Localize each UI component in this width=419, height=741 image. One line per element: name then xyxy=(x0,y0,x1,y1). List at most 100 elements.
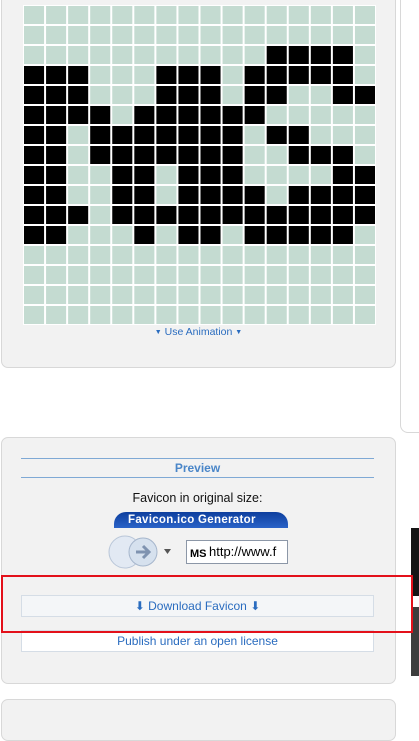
pixel-filled[interactable] xyxy=(266,126,287,144)
pixel-empty[interactable] xyxy=(266,166,287,184)
pixel-filled[interactable] xyxy=(288,126,309,144)
pixel-empty[interactable] xyxy=(24,46,45,64)
pixel-filled[interactable] xyxy=(266,66,287,84)
pixel-empty[interactable] xyxy=(354,46,375,64)
pixel-empty[interactable] xyxy=(112,266,133,284)
pixel-empty[interactable] xyxy=(354,306,375,324)
pixel-empty[interactable] xyxy=(244,146,265,164)
pixel-filled[interactable] xyxy=(332,86,353,104)
pixel-filled[interactable] xyxy=(112,126,133,144)
pixel-filled[interactable] xyxy=(222,106,243,124)
pixel-empty[interactable] xyxy=(112,226,133,244)
pixel-filled[interactable] xyxy=(24,66,45,84)
pixel-filled[interactable] xyxy=(112,166,133,184)
pixel-empty[interactable] xyxy=(200,266,221,284)
pixel-empty[interactable] xyxy=(266,266,287,284)
pixel-empty[interactable] xyxy=(310,106,331,124)
pixel-filled[interactable] xyxy=(178,66,199,84)
pixel-empty[interactable] xyxy=(354,126,375,144)
pixel-filled[interactable] xyxy=(68,86,89,104)
pixel-empty[interactable] xyxy=(332,6,353,24)
pixel-empty[interactable] xyxy=(266,246,287,264)
pixel-filled[interactable] xyxy=(156,146,177,164)
pixel-empty[interactable] xyxy=(354,106,375,124)
pixel-filled[interactable] xyxy=(134,146,155,164)
pixel-empty[interactable] xyxy=(112,46,133,64)
pixel-empty[interactable] xyxy=(288,166,309,184)
pixel-empty[interactable] xyxy=(222,266,243,284)
pixel-filled[interactable] xyxy=(46,206,67,224)
pixel-empty[interactable] xyxy=(266,6,287,24)
pixel-empty[interactable] xyxy=(156,166,177,184)
pixel-empty[interactable] xyxy=(68,226,89,244)
pixel-empty[interactable] xyxy=(68,166,89,184)
pixel-filled[interactable] xyxy=(266,206,287,224)
pixel-empty[interactable] xyxy=(310,86,331,104)
pixel-empty[interactable] xyxy=(332,106,353,124)
pixel-empty[interactable] xyxy=(288,26,309,44)
pixel-filled[interactable] xyxy=(354,86,375,104)
pixel-filled[interactable] xyxy=(178,126,199,144)
pixel-empty[interactable] xyxy=(244,126,265,144)
pixel-empty[interactable] xyxy=(200,306,221,324)
pixel-empty[interactable] xyxy=(310,266,331,284)
pixel-empty[interactable] xyxy=(68,146,89,164)
pixel-filled[interactable] xyxy=(46,66,67,84)
pixel-filled[interactable] xyxy=(332,146,353,164)
pixel-empty[interactable] xyxy=(24,26,45,44)
pixel-empty[interactable] xyxy=(68,126,89,144)
pixel-filled[interactable] xyxy=(112,206,133,224)
pixel-empty[interactable] xyxy=(200,286,221,304)
pixel-empty[interactable] xyxy=(134,46,155,64)
pixel-filled[interactable] xyxy=(156,66,177,84)
pixel-empty[interactable] xyxy=(90,186,111,204)
pixel-filled[interactable] xyxy=(244,186,265,204)
pixel-filled[interactable] xyxy=(200,146,221,164)
pixel-empty[interactable] xyxy=(90,166,111,184)
pixel-filled[interactable] xyxy=(244,66,265,84)
pixel-empty[interactable] xyxy=(134,86,155,104)
pixel-empty[interactable] xyxy=(288,246,309,264)
pixel-empty[interactable] xyxy=(156,6,177,24)
pixel-filled[interactable] xyxy=(222,186,243,204)
pixel-empty[interactable] xyxy=(156,306,177,324)
pixel-empty[interactable] xyxy=(156,46,177,64)
pixel-filled[interactable] xyxy=(156,86,177,104)
pixel-empty[interactable] xyxy=(46,266,67,284)
pixel-filled[interactable] xyxy=(222,206,243,224)
pixel-filled[interactable] xyxy=(288,146,309,164)
pixel-empty[interactable] xyxy=(288,106,309,124)
pixel-empty[interactable] xyxy=(68,186,89,204)
use-animation-link[interactable]: ▼ Use Animation ▼ xyxy=(2,326,395,338)
pixel-filled[interactable] xyxy=(134,166,155,184)
pixel-empty[interactable] xyxy=(134,6,155,24)
pixel-filled[interactable] xyxy=(332,66,353,84)
pixel-empty[interactable] xyxy=(90,246,111,264)
pixel-empty[interactable] xyxy=(178,26,199,44)
pixel-filled[interactable] xyxy=(200,226,221,244)
pixel-empty[interactable] xyxy=(310,6,331,24)
pixel-empty[interactable] xyxy=(112,306,133,324)
pixel-filled[interactable] xyxy=(178,206,199,224)
publish-license-link[interactable]: Publish under an open license xyxy=(21,630,374,652)
pixel-empty[interactable] xyxy=(156,186,177,204)
pixel-empty[interactable] xyxy=(288,86,309,104)
pixel-empty[interactable] xyxy=(222,6,243,24)
pixel-filled[interactable] xyxy=(46,106,67,124)
pixel-filled[interactable] xyxy=(178,166,199,184)
pixel-empty[interactable] xyxy=(156,266,177,284)
pixel-empty[interactable] xyxy=(354,266,375,284)
pixel-empty[interactable] xyxy=(200,6,221,24)
pixel-empty[interactable] xyxy=(332,266,353,284)
pixel-filled[interactable] xyxy=(178,186,199,204)
pixel-empty[interactable] xyxy=(222,26,243,44)
pixel-filled[interactable] xyxy=(244,226,265,244)
pixel-empty[interactable] xyxy=(178,286,199,304)
pixel-empty[interactable] xyxy=(68,46,89,64)
pixel-filled[interactable] xyxy=(156,206,177,224)
pixel-filled[interactable] xyxy=(178,146,199,164)
pixel-filled[interactable] xyxy=(134,186,155,204)
pixel-empty[interactable] xyxy=(244,166,265,184)
pixel-filled[interactable] xyxy=(222,126,243,144)
pixel-empty[interactable] xyxy=(178,46,199,64)
